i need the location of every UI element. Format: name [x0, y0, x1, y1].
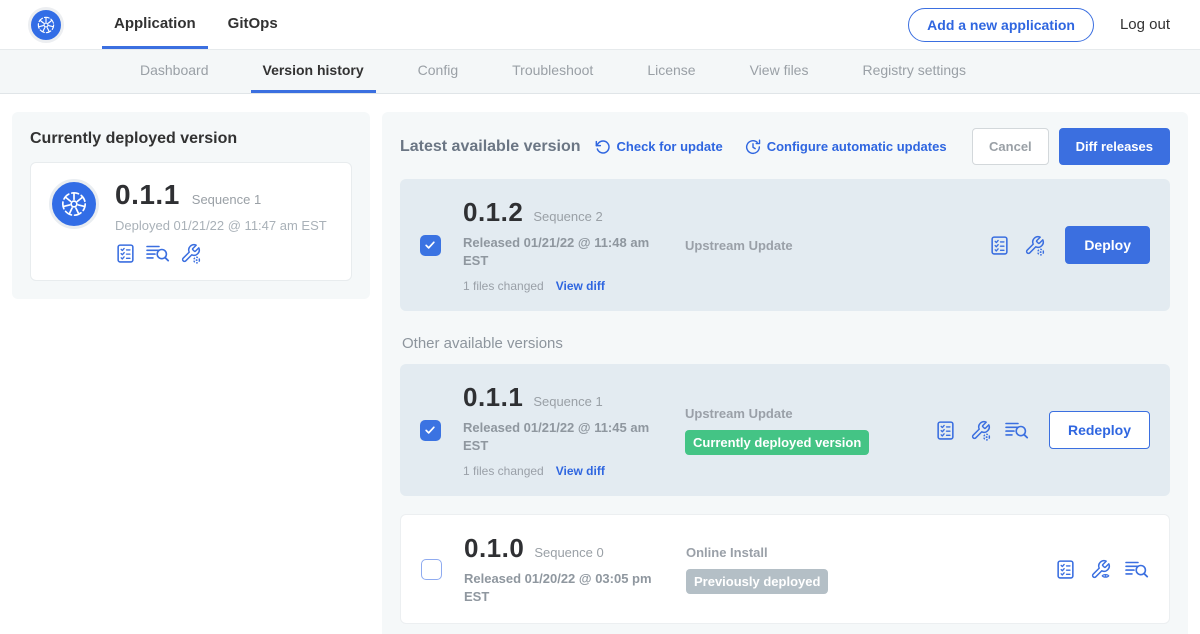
view-diff-link[interactable]: View diff	[556, 279, 605, 293]
deploy-button[interactable]: Deploy	[1065, 226, 1150, 264]
diff-releases-button[interactable]: Diff releases	[1059, 128, 1170, 165]
version-number: 0.1.2	[463, 197, 523, 228]
view-config-icon[interactable]	[1090, 559, 1111, 580]
deployed-timestamp: Deployed 01/21/22 @ 11:47 am EST	[115, 218, 327, 233]
kubernetes-app-icon	[49, 179, 99, 229]
redeploy-button[interactable]: Redeploy	[1049, 411, 1150, 449]
subnav-view-files[interactable]: View files	[738, 50, 821, 93]
version-source: Online Install	[686, 545, 936, 560]
other-versions-title: Other available versions	[402, 335, 1170, 352]
preflight-checks-icon[interactable]	[115, 243, 136, 264]
tab-application[interactable]: Application	[102, 0, 208, 49]
released-timestamp: Released 01/21/22 @ 11:45 am EST	[463, 419, 659, 454]
version-history-panel: Latest available version Check for updat…	[382, 112, 1188, 634]
sequence-label: Sequence 0	[534, 545, 603, 560]
edit-config-icon[interactable]	[1024, 235, 1045, 256]
view-diff-link[interactable]: View diff	[556, 464, 605, 478]
check-for-update-link[interactable]: Check for update	[595, 139, 723, 155]
preflight-checks-icon[interactable]	[989, 235, 1010, 256]
sequence-label: Sequence 2	[533, 209, 602, 224]
configure-auto-updates-link[interactable]: Configure automatic updates	[745, 139, 947, 155]
previously-deployed-badge: Previously deployed	[686, 569, 828, 594]
configure-auto-updates-label: Configure automatic updates	[767, 139, 947, 154]
add-new-application-button[interactable]: Add a new application	[908, 8, 1094, 42]
logout-button[interactable]: Log out	[1120, 16, 1170, 33]
top-tabs: Application GitOps	[102, 0, 290, 49]
version-checkbox[interactable]	[420, 235, 441, 256]
currently-deployed-badge: Currently deployed version	[685, 430, 869, 455]
files-changed-label: 1 files changed	[463, 279, 544, 293]
subnav-registry-settings[interactable]: Registry settings	[850, 50, 977, 93]
currently-deployed-panel: Currently deployed version 0.1.1 Sequenc…	[12, 112, 370, 299]
cancel-button[interactable]: Cancel	[972, 128, 1049, 165]
files-changed-label: 1 files changed	[463, 464, 544, 478]
version-number: 0.1.0	[464, 533, 524, 564]
release-notes-icon[interactable]	[146, 243, 170, 264]
released-timestamp: Released 01/20/22 @ 03:05 pm EST	[464, 570, 660, 605]
app-subnav: Dashboard Version history Config Trouble…	[0, 50, 1200, 94]
tab-gitops[interactable]: GitOps	[216, 0, 290, 49]
version-number: 0.1.1	[463, 382, 523, 413]
release-notes-icon[interactable]	[1005, 420, 1029, 441]
version-source: Upstream Update	[685, 406, 935, 421]
preflight-checks-icon[interactable]	[1055, 559, 1076, 580]
version-row: 0.1.2 Sequence 2 Released 01/21/22 @ 11:…	[400, 179, 1170, 311]
latest-available-title: Latest available version	[400, 138, 581, 156]
top-bar: Application GitOps Add a new application…	[0, 0, 1200, 50]
preflight-checks-icon[interactable]	[935, 420, 956, 441]
version-checkbox[interactable]	[420, 420, 441, 441]
released-timestamp: Released 01/21/22 @ 11:48 am EST	[463, 234, 659, 269]
check-for-update-label: Check for update	[617, 139, 723, 154]
subnav-version-history[interactable]: Version history	[251, 50, 376, 93]
checkmark-icon	[423, 423, 437, 437]
version-row: 0.1.1 Sequence 1 Released 01/21/22 @ 11:…	[400, 364, 1170, 496]
kubernetes-logo-icon	[28, 7, 64, 43]
subnav-dashboard[interactable]: Dashboard	[128, 50, 221, 93]
refresh-icon	[595, 139, 611, 155]
subnav-config[interactable]: Config	[406, 50, 470, 93]
version-row: 0.1.0 Sequence 0 Released 01/20/22 @ 03:…	[400, 514, 1170, 624]
checkmark-icon	[423, 238, 437, 252]
subnav-license[interactable]: License	[635, 50, 707, 93]
app-logo	[28, 0, 64, 49]
edit-config-icon[interactable]	[970, 420, 991, 441]
edit-config-icon[interactable]	[180, 243, 201, 264]
deployed-version-card: 0.1.1 Sequence 1 Deployed 01/21/22 @ 11:…	[30, 162, 352, 281]
subnav-troubleshoot[interactable]: Troubleshoot	[500, 50, 605, 93]
version-source: Upstream Update	[685, 238, 935, 253]
sequence-label: Sequence 1	[533, 394, 602, 409]
main-content: Currently deployed version 0.1.1 Sequenc…	[0, 94, 1200, 634]
version-checkbox[interactable]	[421, 559, 442, 580]
currently-deployed-title: Currently deployed version	[30, 130, 352, 148]
deployed-version-number: 0.1.1	[115, 179, 180, 211]
deployed-sequence-label: Sequence 1	[192, 192, 261, 207]
clock-refresh-icon	[745, 139, 761, 155]
release-notes-icon[interactable]	[1125, 559, 1149, 580]
